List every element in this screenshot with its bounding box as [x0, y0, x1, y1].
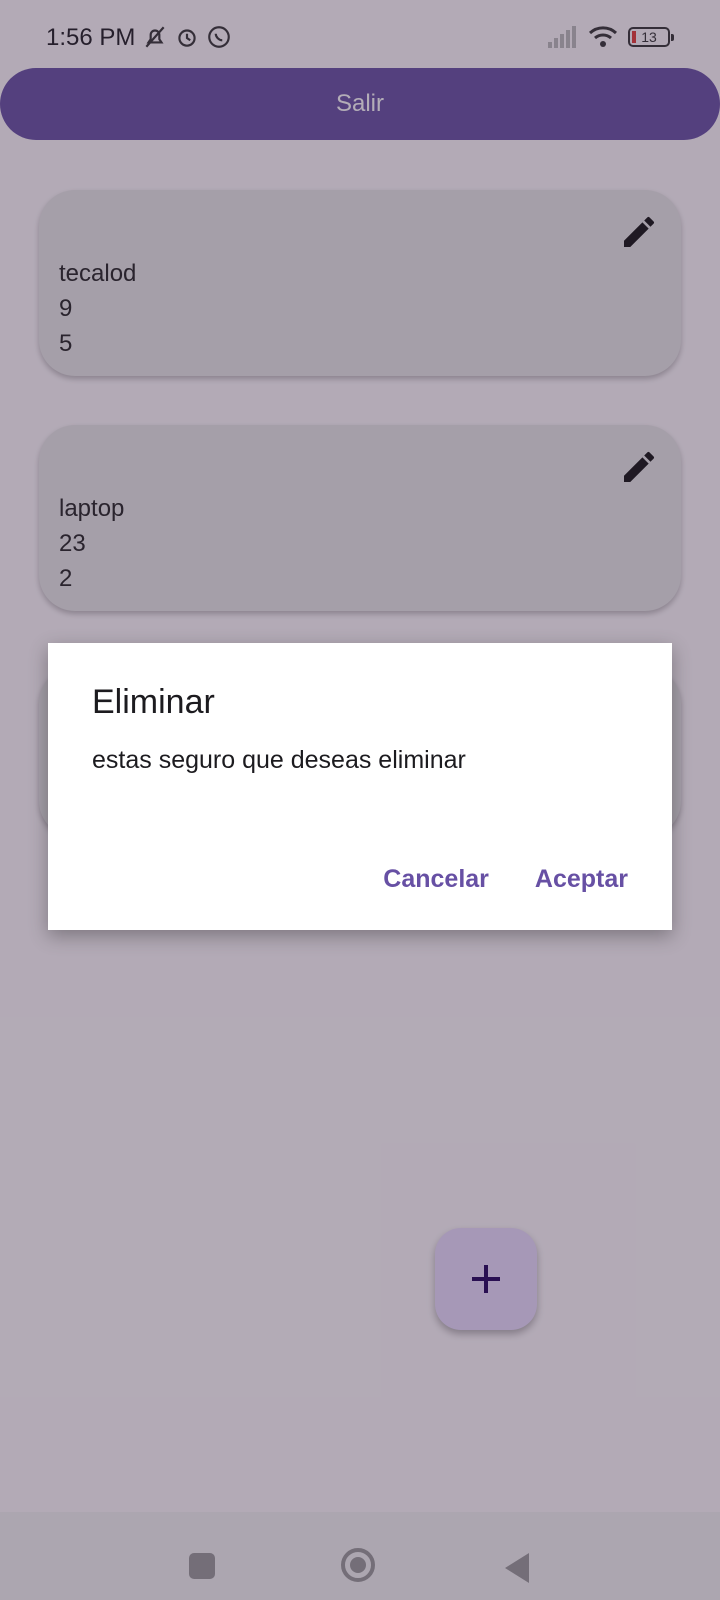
cancel-button[interactable]: Cancelar	[383, 865, 489, 894]
dialog-message: estas seguro que deseas eliminar	[92, 746, 466, 774]
dialog-actions: Cancelar Aceptar	[383, 865, 628, 894]
dialog-title: Eliminar	[92, 683, 215, 721]
accept-button[interactable]: Aceptar	[535, 865, 628, 894]
delete-dialog: Eliminar estas seguro que deseas elimina…	[48, 643, 672, 930]
